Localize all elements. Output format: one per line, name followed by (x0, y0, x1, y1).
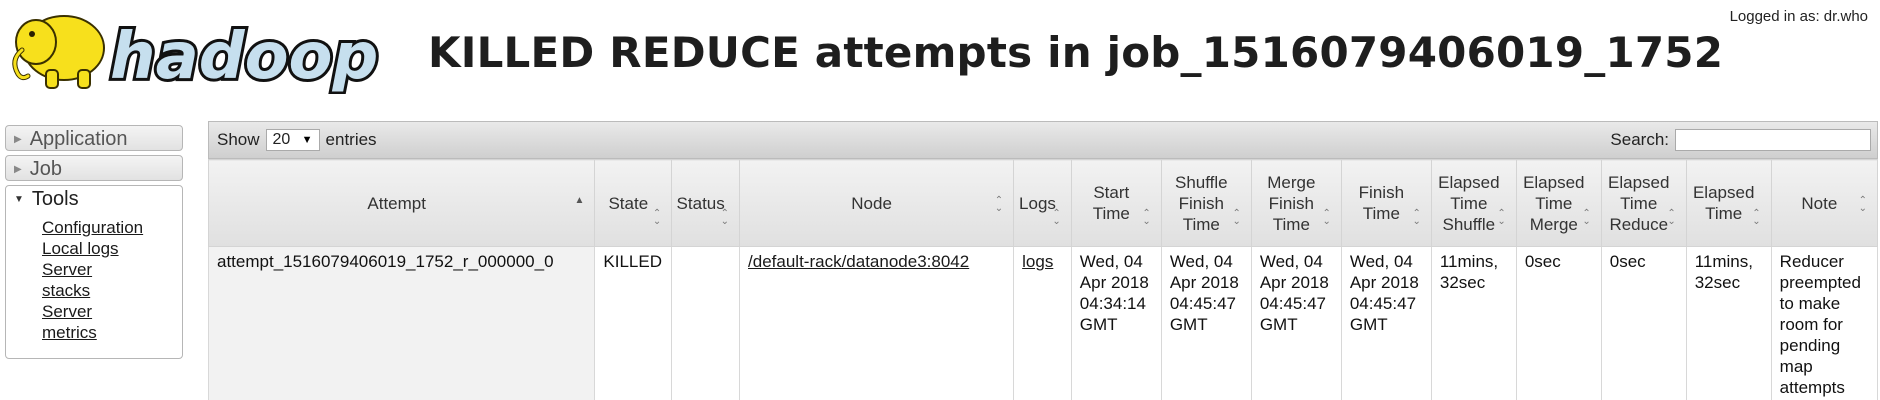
column-header-status[interactable]: Status ⌃ ⌄ (671, 159, 741, 247)
triangle-right-icon: ▶ (14, 164, 22, 175)
column-header-node[interactable]: Node ⌃ ⌄ (739, 159, 1015, 247)
cell-attempt: attempt_1516079406019_1752_r_000000_0 (208, 246, 596, 400)
search-input[interactable] (1675, 129, 1871, 151)
tools-list: Configuration Local logs Server stacks S… (6, 217, 182, 343)
column-header-shuffle-finish-time[interactable]: Shuffle Finish Time ⌃ ⌄ (1160, 159, 1252, 247)
show-label: Show (217, 130, 260, 149)
nav-tools-section: ▼ Tools Configuration Local logs Server s… (5, 185, 183, 359)
cell-shuffle-finish-time: Wed, 04 Apr 2018 04:45:47 GMT (1160, 246, 1252, 400)
table-row: attempt_1516079406019_1752_r_000000_0 KI… (208, 246, 1878, 400)
page-title: KILLED REDUCE attempts in job_1516079406… (428, 28, 1724, 77)
column-header-elapsed-reduce[interactable]: Elapsed Time Reduce ⌃ ⌄ (1600, 159, 1687, 247)
sort-icon: ⌃ ⌄ (1497, 208, 1506, 227)
hadoop-logo: hadoop (6, 4, 388, 97)
sort-icon: ⌃ ⌄ (1322, 208, 1331, 227)
column-header-logs[interactable]: Logs ⌃ ⌄ (1013, 159, 1072, 247)
page-length-select[interactable]: 20 ▼ (265, 129, 320, 151)
search-label: Search: (1610, 130, 1669, 149)
page-length-value: 20 (272, 131, 291, 148)
table-toolbar: Show 20 ▼ entries Search: (208, 121, 1878, 159)
sort-icon: ⌃ ⌄ (1582, 208, 1591, 227)
column-header-note[interactable]: Note ⌃ ⌄ (1770, 159, 1878, 247)
sort-icon: ⌃ ⌄ (1052, 208, 1061, 227)
attempts-panel: Show 20 ▼ entries Search: Attempt ▲ State… (208, 121, 1878, 400)
column-header-state[interactable]: State ⌃ ⌄ (594, 159, 673, 247)
entries-label: entries (325, 130, 377, 149)
cell-logs: logs (1013, 246, 1072, 400)
sidebar-nav: ▶ Application ▶ Job ▼ Tools Configuration L… (5, 125, 183, 359)
triangle-right-icon: ▶ (14, 134, 22, 145)
column-header-elapsed-shuffle[interactable]: Elapsed Time Shuffle ⌃ ⌄ (1430, 159, 1517, 247)
cell-finish-time: Wed, 04 Apr 2018 04:45:47 GMT (1340, 246, 1432, 400)
logs-link[interactable]: logs (1022, 252, 1053, 271)
attempts-table: Attempt ▲ State ⌃ ⌄ Status ⌃ ⌄ Node ⌃ ⌄ Logs ⌃ ⌄ … (208, 159, 1878, 400)
column-header-merge-finish-time[interactable]: Merge Finish Time ⌃ ⌄ (1250, 159, 1342, 247)
tools-link-configuration[interactable]: Configuration (42, 218, 143, 237)
tools-link-server-stacks-cont[interactable]: stacks (42, 281, 90, 300)
sort-ascending-icon: ▲ (574, 195, 585, 206)
sort-icon: ⌃ ⌄ (1858, 195, 1867, 214)
sort-icon: ⌃ ⌄ (1667, 208, 1676, 227)
cell-merge-finish-time: Wed, 04 Apr 2018 04:45:47 GMT (1250, 246, 1342, 400)
nav-application[interactable]: ▶ Application (5, 125, 183, 151)
cell-status (671, 246, 741, 400)
logo-text: hadoop (110, 20, 378, 94)
nav-job[interactable]: ▶ Job (5, 155, 183, 181)
sort-icon: ⌃ ⌄ (1752, 208, 1761, 227)
cell-elapsed-time: 11mins, 32sec (1685, 246, 1772, 400)
cell-note: Reducer preempted to make room for pendi… (1770, 246, 1878, 400)
cell-elapsed-merge: 0sec (1515, 246, 1602, 400)
column-header-elapsed-merge[interactable]: Elapsed Time Merge ⌃ ⌄ (1515, 159, 1602, 247)
column-header-elapsed-time[interactable]: Elapsed Time ⌃ ⌄ (1685, 159, 1772, 247)
sort-icon: ⌃ ⌄ (1232, 208, 1241, 227)
nav-job-label: Job (29, 158, 62, 180)
triangle-down-icon: ▼ (14, 194, 24, 205)
sort-icon: ⌃ ⌄ (1142, 208, 1151, 227)
elephant-icon: hadoop (12, 15, 381, 97)
table-header-row: Attempt ▲ State ⌃ ⌄ Status ⌃ ⌄ Node ⌃ ⌄ Logs ⌃ ⌄ … (208, 159, 1878, 247)
logged-in-user: Logged in as: dr.who (1729, 8, 1868, 25)
sort-icon: ⌃ ⌄ (1412, 208, 1421, 227)
cell-elapsed-shuffle: 11mins, 32sec (1430, 246, 1517, 400)
tools-link-local-logs[interactable]: Local logs (42, 239, 119, 258)
nav-tools[interactable]: ▼ Tools (6, 186, 182, 213)
nav-application-label: Application (29, 128, 128, 150)
search-control: Search: (1610, 129, 1871, 151)
sort-icon: ⌃ ⌄ (720, 208, 730, 227)
column-header-attempt[interactable]: Attempt ▲ (208, 159, 596, 247)
tools-link-server-metrics[interactable]: Server (42, 302, 92, 321)
cell-node: /default-rack/datanode3:8042 (739, 246, 1015, 400)
cell-start-time: Wed, 04 Apr 2018 04:34:14 GMT (1070, 246, 1162, 400)
sort-icon: ⌃ ⌄ (994, 195, 1004, 214)
node-link[interactable]: /default-rack/datanode3:8042 (748, 252, 969, 271)
nav-tools-label: Tools (31, 188, 79, 210)
column-header-start-time[interactable]: Start Time ⌃ ⌄ (1070, 159, 1162, 247)
sort-icon: ⌃ ⌄ (652, 208, 662, 227)
column-label: Node (851, 193, 892, 213)
tools-link-server-metrics-cont[interactable]: metrics (42, 323, 97, 342)
column-label: Attempt (367, 193, 426, 213)
cell-elapsed-reduce: 0sec (1600, 246, 1687, 400)
column-header-finish-time[interactable]: Finish Time ⌃ ⌄ (1340, 159, 1432, 247)
cell-state: KILLED (594, 246, 673, 400)
dropdown-arrow-icon: ▼ (301, 134, 313, 146)
tools-link-server-stacks[interactable]: Server (42, 260, 92, 279)
page-length-control: Show 20 ▼ entries (217, 129, 377, 151)
